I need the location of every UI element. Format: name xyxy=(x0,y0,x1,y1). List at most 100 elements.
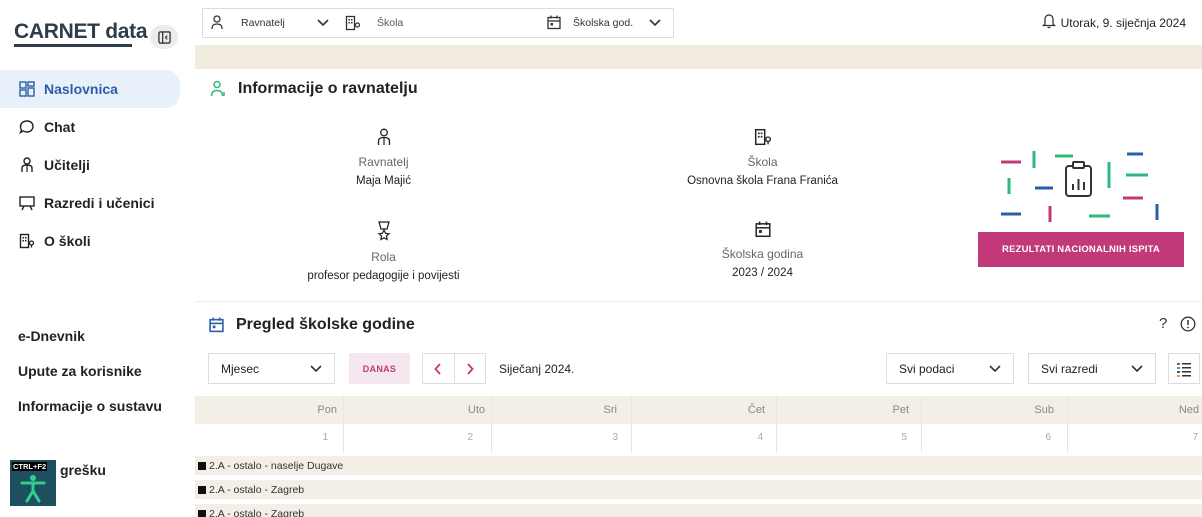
school-year-value: 2023 / 2024 xyxy=(732,267,793,279)
date-cell[interactable]: 5 xyxy=(776,432,907,443)
class-filter-select[interactable]: Svi razredi xyxy=(1028,353,1156,384)
chevron-right-icon xyxy=(467,362,474,375)
data-filter-select[interactable]: Svi podaci xyxy=(886,353,1014,384)
header-strip xyxy=(195,45,1202,65)
top-bar: Ravnatelj Škola Školska god. Utorak, 9. … xyxy=(198,6,1202,38)
nav-item-o-skoli[interactable]: O školi xyxy=(0,222,193,260)
nav-label: Naslovnica xyxy=(44,81,118,97)
day-header-ned: Ned xyxy=(1178,404,1199,416)
chat-bubble-icon xyxy=(18,118,36,136)
filter-bar: Ravnatelj Škola Školska god. xyxy=(202,8,674,38)
calendar-event[interactable]: 2.A - ostalo - Zagreb xyxy=(195,504,1202,517)
school-building-icon xyxy=(18,232,36,250)
calendar-icon xyxy=(754,221,771,238)
user-role-icon xyxy=(211,15,223,30)
date-cell[interactable]: 6 xyxy=(921,432,1051,443)
accessibility-icon xyxy=(20,475,46,503)
year-select-label: Školska god. xyxy=(573,17,634,29)
shortcut-label: CTRL+F2 xyxy=(12,462,48,471)
current-month-label: Siječanj 2024. xyxy=(499,362,575,376)
director-info-title: Informacije o ravnatelju xyxy=(210,80,418,98)
date-cell[interactable]: 4 xyxy=(631,432,763,443)
report-error-link[interactable]: grešku xyxy=(60,462,106,478)
sidebar: CARNET data Naslovnica Chat Učitelji Raz… xyxy=(0,0,193,517)
link-e-dnevnik[interactable]: e-Dnevnik xyxy=(0,318,193,353)
director-label: Ravnatelj xyxy=(358,155,409,169)
nav-label: Razredi i učenici xyxy=(44,195,155,211)
national-exams-button[interactable]: REZULTATI NACIONALNIH ISPITA xyxy=(978,232,1184,267)
user-role-icon xyxy=(210,80,226,98)
event-color-marker xyxy=(198,509,206,517)
view-mode-select[interactable]: Mjesec xyxy=(208,353,335,384)
role-select-label: Ravnatelj xyxy=(241,17,285,29)
school-year-overview-panel: Pregled školske godine ? Mjesec DANAS Si… xyxy=(195,302,1202,517)
national-exams-card: REZULTATI NACIONALNIH ISPITA xyxy=(953,108,1200,298)
teacher-icon xyxy=(18,156,36,174)
date-cell[interactable]: 7 xyxy=(1067,432,1198,443)
calendar-icon xyxy=(209,317,224,333)
event-label: 2.A - ostalo - Zagreb xyxy=(209,483,305,496)
class-filter-value: Svi razredi xyxy=(1041,361,1098,376)
date-cell[interactable]: 3 xyxy=(491,432,618,443)
school-year-cell: Školska godina 2023 / 2024 xyxy=(574,205,951,298)
section-heading: Informacije o ravnatelju xyxy=(238,80,418,97)
chevron-down-icon xyxy=(1131,364,1143,372)
chevron-down-icon xyxy=(310,364,322,372)
nav-item-chat[interactable]: Chat xyxy=(0,108,193,146)
school-year-overview-title: Pregled školske godine xyxy=(209,316,415,334)
day-header-pet: Pet xyxy=(892,404,909,416)
nav-item-naslovnica[interactable]: Naslovnica xyxy=(0,70,180,108)
event-label: 2.A - ostalo - Zagreb xyxy=(209,507,305,517)
event-label: 2.A - ostalo - naselje Dugave xyxy=(209,459,344,472)
director-cell: Ravnatelj Maja Majić xyxy=(195,108,572,203)
school-building-icon xyxy=(754,128,771,146)
help-icon[interactable]: ? xyxy=(1159,315,1167,332)
chevron-down-icon xyxy=(317,19,329,27)
next-month-button[interactable] xyxy=(455,362,486,375)
calendar-event[interactable]: 2.A - ostalo - Zagreb xyxy=(195,480,1202,499)
date-cell[interactable]: 1 xyxy=(195,432,328,443)
data-filter-value: Svi podaci xyxy=(899,361,955,376)
today-button[interactable]: DANAS xyxy=(349,353,410,384)
school-name: Osnovna škola Frana Franića xyxy=(687,175,838,187)
school-building-icon xyxy=(345,15,361,31)
section-heading: Pregled školske godine xyxy=(236,316,415,333)
school-select-placeholder: Škola xyxy=(377,17,404,29)
day-header-pon: Pon xyxy=(317,404,337,416)
nav-label: Chat xyxy=(44,119,76,135)
school-label: Škola xyxy=(747,155,778,169)
event-color-marker xyxy=(198,485,206,494)
role-value: profesor pedagogije i povijesti xyxy=(307,270,460,282)
date-cell[interactable]: 2 xyxy=(343,432,473,443)
chevron-left-icon xyxy=(434,362,441,375)
day-header-sri: Sri xyxy=(603,404,617,416)
month-nav xyxy=(422,353,486,384)
role-cell: Rola profesor pedagogije i povijesti xyxy=(195,205,572,298)
accessibility-badge[interactable]: CTRL+F2 xyxy=(10,460,56,506)
carnet-logo[interactable]: CARNET data xyxy=(14,20,148,44)
calendar-header-row: Pon Uto Sri Čet Pet Sub Ned xyxy=(195,396,1202,424)
award-icon xyxy=(377,221,390,241)
event-color-marker xyxy=(198,461,206,470)
link-informacije[interactable]: Informacije o sustavu xyxy=(0,388,193,423)
chevron-down-icon xyxy=(649,19,661,27)
prev-month-button[interactable] xyxy=(423,362,454,375)
day-header-uto: Uto xyxy=(467,404,485,416)
main-nav: Naslovnica Chat Učitelji Razredi i učeni… xyxy=(0,70,193,260)
day-header-cet: Čet xyxy=(747,404,765,416)
day-header-sub: Sub xyxy=(1034,404,1054,416)
sidebar-collapse-icon xyxy=(157,30,171,44)
collapse-sidebar-button[interactable] xyxy=(150,25,178,49)
color-list-icon xyxy=(1177,362,1191,377)
legend-toggle-button[interactable] xyxy=(1168,353,1200,384)
link-upute[interactable]: Upute za korisnike xyxy=(0,353,193,388)
director-name: Maja Majić xyxy=(356,175,411,187)
role-label: Rola xyxy=(371,250,396,264)
bell-icon[interactable] xyxy=(1042,13,1056,29)
nav-item-razredi[interactable]: Razredi i učenici xyxy=(0,184,193,222)
nav-item-ucitelji[interactable]: Učitelji xyxy=(0,146,193,184)
calendar-event[interactable]: 2.A - ostalo - naselje Dugave xyxy=(195,456,1202,475)
chevron-down-icon xyxy=(989,364,1001,372)
current-date: Utorak, 9. siječnja 2024 xyxy=(1060,16,1186,30)
info-circle-icon[interactable] xyxy=(1180,316,1196,332)
